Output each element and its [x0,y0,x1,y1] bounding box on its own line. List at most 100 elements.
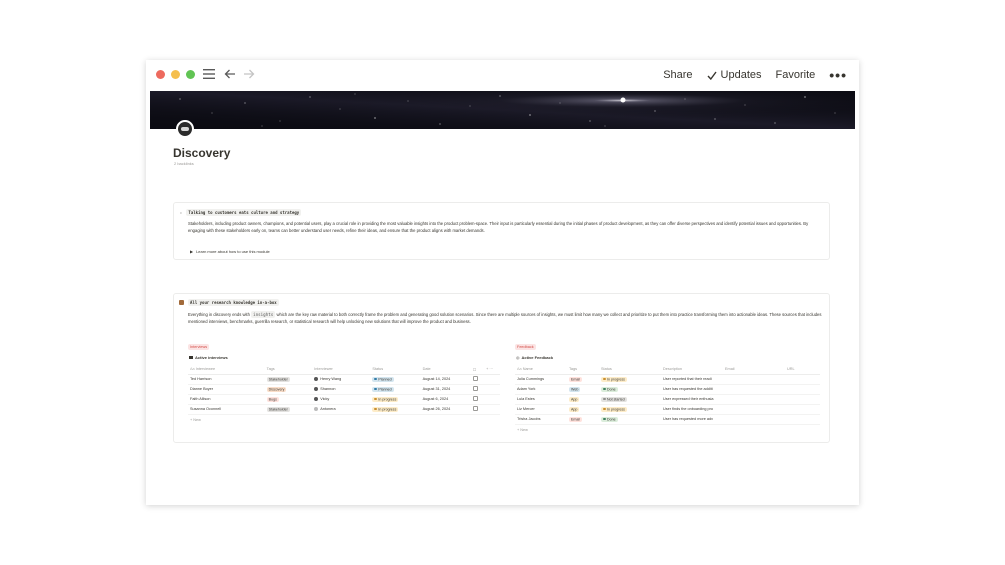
status-badge: In progress [601,406,627,412]
feedback-view-label: Active Feedback [521,355,554,360]
maximize-window-button[interactable] [186,70,195,79]
table-row[interactable]: Trisha Jacobs Email Done User has reques… [515,414,820,425]
minimize-window-button[interactable] [171,70,180,79]
tag-badge: Email [569,376,582,382]
table-row[interactable]: Faith Allison Bugs Vicky In progress Aug… [188,394,500,405]
toggle-triangle-icon: ▶ [190,249,194,254]
col-header-checkbox[interactable]: ☐ [470,365,485,375]
interviews-view-title[interactable]: Active interviews [189,355,228,360]
description-cell: User reported that their readi [661,374,723,385]
share-button[interactable]: Share [663,69,692,81]
research-callout: All your research knowledge in-a-box Eve… [173,293,830,443]
tag-badge: Email [569,416,582,422]
table-row[interactable]: Dianne Boyer Discovery Shannon Planned A… [188,384,500,395]
row-checkbox[interactable] [472,406,478,411]
description-cell: User finds the onboarding pro [661,404,723,415]
status-badge: In progress [372,396,399,402]
learn-more-toggle[interactable]: ▶ Learn more about how to use this modul… [190,249,270,254]
cover-image [150,91,855,129]
status-badge: Done [601,416,618,422]
avatar [314,377,319,381]
research-body-pre: Everything in discovery ends with [188,312,250,317]
research-heading: All your research knowledge in-a-box [188,299,279,306]
box-emoji-icon [179,300,184,305]
date-cell: August 31, 2024 [420,384,471,395]
col-header-date[interactable]: Date [420,365,471,375]
row-checkbox[interactable] [472,396,478,401]
description-cell: User has requested the additi [661,384,723,395]
table-row[interactable]: Liz Mercer App In progress User finds th… [515,404,820,415]
interviews-view-label: Active interviews [195,355,228,360]
insights-code: insights [251,311,276,318]
col-header-description[interactable]: Description [661,365,723,375]
sidebar-menu-icon[interactable] [203,66,215,82]
col-header-status[interactable]: Status [599,365,661,375]
add-column-button[interactable]: + ··· [484,365,500,375]
date-cell: August 26, 2024 [420,404,471,415]
col-header-status[interactable]: Status [370,365,421,375]
interviewer-cell: Shannon [320,387,336,391]
avatar [314,407,319,411]
tag-badge: Stakeholder [266,406,290,412]
tag-badge: Bugs [266,396,279,402]
research-body: Everything in discovery ends with insigh… [188,311,826,325]
name-cell: Adam York [515,384,567,395]
app-window: Share Updates Favorite ••• Discovery 2 b… [146,60,859,505]
table-row[interactable]: Julia Cummings Email In progress User re… [515,374,820,385]
table-row[interactable]: Susanna Oconnell Stakeholder Antonera In… [188,404,500,415]
page-icon[interactable] [176,120,194,138]
feedback-new-row-button[interactable]: + New [517,428,528,432]
col-header-interviewer[interactable]: Interviewer [312,365,371,375]
close-window-button[interactable] [156,70,165,79]
forward-arrow-icon[interactable] [243,66,255,82]
table-row[interactable]: Adam York Web Done User has requested th… [515,384,820,395]
col-header-url[interactable]: URL [785,365,820,375]
status-badge: Not started [601,396,627,402]
avatar [314,387,319,391]
row-checkbox[interactable] [472,376,478,381]
tag-badge: Stakeholder [266,376,290,382]
date-cell: August 14, 2024 [420,374,471,385]
interviewee-cell: Ted Harrison [188,374,265,385]
tag-badge: Web [569,386,581,392]
interviewee-cell: Faith Allison [188,394,265,405]
interviews-new-row-button[interactable]: + New [190,418,201,422]
col-header-tags[interactable]: Tags [567,365,599,375]
table-view-icon [189,356,193,359]
row-checkbox[interactable] [472,386,478,391]
more-horizontal-icon[interactable]: ••• [829,67,847,83]
description-cell: User expressed their enthusia [661,394,723,405]
feedback-label: Feedback [515,344,536,350]
back-arrow-icon[interactable] [224,66,236,82]
name-cell: Julia Cummings [515,374,567,385]
interviewer-cell: Antonera [320,407,336,411]
callout-heading: Talking to customers eats culture and st… [186,209,302,216]
table-row[interactable]: Ted Harrison Stakeholder Henry Wang Plan… [188,374,500,385]
toggle-label: Learn more about how to use this module [196,249,270,254]
callout-bullet-icon: ▸ [180,210,183,215]
table-row[interactable]: Lula Estes App Not started User expresse… [515,394,820,405]
interviewer-cell: Vicky [320,397,330,401]
callout-body: Stakeholders, including product owners, … [188,221,809,233]
backlinks-link[interactable]: 2 backlinks [174,161,194,166]
feedback-view-title[interactable]: ◎ Active Feedback [516,355,553,360]
updates-button[interactable]: Updates [707,69,762,81]
description-cell: User has requested more adv [661,414,723,425]
col-header-interviewee[interactable]: Aa Interviewee [188,365,265,375]
status-badge: In progress [372,406,399,412]
tag-badge: App [569,396,580,402]
name-cell: Trisha Jacobs [515,414,567,425]
col-header-name[interactable]: Aa Name [515,365,567,375]
updates-label: Updates [720,69,762,81]
name-cell: Liz Mercer [515,404,567,415]
interviewee-cell: Susanna Oconnell [188,404,265,415]
interviewee-cell: Dianne Boyer [188,384,265,395]
tag-badge: Discovery [266,386,287,392]
avatar [314,397,319,401]
interviewer-cell: Henry Wang [320,377,342,381]
status-badge: Done [601,386,618,392]
col-header-tags[interactable]: Tags [264,365,313,375]
favorite-button[interactable]: Favorite [776,69,816,81]
tag-badge: App [569,406,580,412]
col-header-email[interactable]: Email [723,365,785,375]
